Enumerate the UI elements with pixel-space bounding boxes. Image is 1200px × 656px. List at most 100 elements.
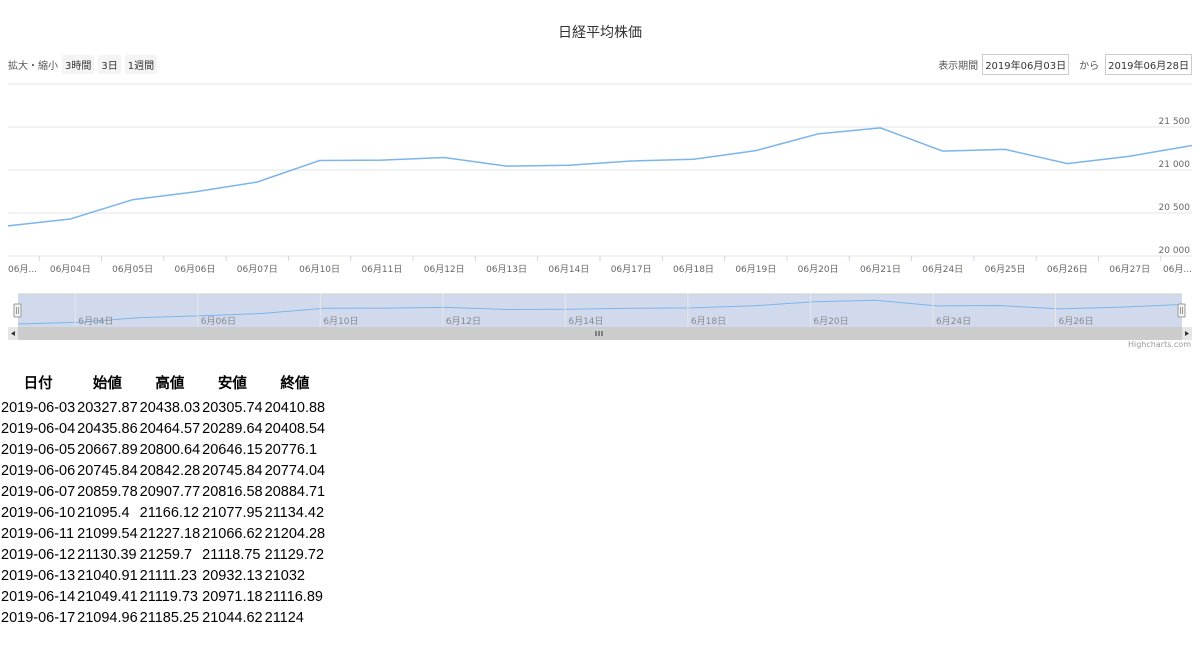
x-tick-label: 06月... <box>1163 264 1192 275</box>
table-cell: 21066.62 <box>202 525 263 542</box>
table-cell: 20776.1 <box>264 441 318 458</box>
table-cell: 2019-06-04 <box>1 420 76 437</box>
y-tick-label: 21 000 <box>1159 160 1191 170</box>
x-tick-label: 06月14日 <box>548 264 589 275</box>
table-cell: 21118.75 <box>202 546 261 563</box>
table-cell: 21204.28 <box>264 525 326 542</box>
table-cell: 21166.12 <box>139 504 200 521</box>
navigator-label: 6月10日 <box>323 316 358 327</box>
table-cell: 20410.88 <box>264 399 326 416</box>
table-cell: 20932.13 <box>202 567 263 584</box>
navigator-left-handle[interactable] <box>13 303 22 318</box>
table-row: 2019-06-17 21094.96 21185.25 21044.62 21124 <box>0 607 326 628</box>
x-tick-label: 06月19日 <box>735 264 776 275</box>
x-tick-label: 06月21日 <box>860 264 901 275</box>
table-row: 2019-06-07 20859.78 20907.77 20816.58 20884.… <box>0 481 326 502</box>
table-header-row: 日付 始値 高値 安値 終値 <box>0 370 326 397</box>
table-row: 2019-06-12 21130.39 21259.7 21118.75 21129.7… <box>0 544 326 565</box>
navigator-label: 6月12日 <box>446 316 481 327</box>
table-cell: 21129.72 <box>264 546 325 563</box>
navigator-label: 6月04日 <box>78 316 113 327</box>
table-cell: 21099.54 <box>77 525 138 542</box>
navigator-label: 6月18日 <box>691 316 726 327</box>
table-row: 2019-06-06 20745.84 20842.28 20745.84 20774.… <box>0 460 326 481</box>
y-tick-label: 20 000 <box>1159 246 1191 256</box>
table-cell: 2019-06-12 <box>1 546 76 563</box>
table-cell: 2019-06-13 <box>1 567 76 584</box>
table-cell: 21116.89 <box>264 588 323 605</box>
x-tick-label: 06月... <box>8 264 37 275</box>
stock-chart[interactable]: 20 000 20 500 21 000 21 500 06月... 06月04日 06月0… <box>0 0 1200 356</box>
navigator-right-handle[interactable] <box>1177 303 1186 318</box>
x-tick-label: 06月25日 <box>985 264 1026 275</box>
table-cell: 21227.18 <box>139 525 201 542</box>
table-cell: 20408.54 <box>264 420 326 437</box>
table-cell: 20305.74 <box>202 399 263 416</box>
table-cell: 21111.23 <box>139 567 197 584</box>
table-cell: 2019-06-14 <box>1 588 76 605</box>
x-tick-label: 06月26日 <box>1047 264 1088 275</box>
table-cell: 20646.15 <box>202 441 263 458</box>
table-cell: 21185.25 <box>139 609 200 626</box>
x-tick-label: 06月17日 <box>611 264 652 275</box>
x-tick-label: 06月07日 <box>237 264 278 275</box>
table-cell: 20438.03 <box>139 399 201 416</box>
y-tick-label: 21 500 <box>1159 117 1191 127</box>
series-line <box>7 127 1193 227</box>
table-cell: 21040.91 <box>77 567 138 584</box>
table-row: 2019-06-13 21040.91 21111.23 20932.13 21032 <box>0 565 326 586</box>
y-tick-label: 20 500 <box>1159 203 1191 213</box>
table-cell: 20774.04 <box>264 462 326 479</box>
table-cell: 20971.18 <box>202 588 263 605</box>
navigator-label: 6月20日 <box>813 316 848 327</box>
table-row: 2019-06-14 21049.41 21119.73 20971.18 21116.… <box>0 586 326 607</box>
navigator-label: 6月14日 <box>568 316 603 327</box>
table-header-cell: 始値 <box>92 376 122 392</box>
table-cell: 21077.95 <box>202 504 263 521</box>
table-cell: 21095.4 <box>77 504 130 521</box>
table-cell: 20800.64 <box>139 441 201 458</box>
table-cell: 20327.87 <box>77 399 138 416</box>
x-tick-label: 06月12日 <box>424 264 465 275</box>
table-cell: 20859.78 <box>77 483 138 500</box>
table-cell: 2019-06-05 <box>1 441 76 458</box>
table-cell: 20667.89 <box>77 441 138 458</box>
table-cell: 21094.96 <box>77 609 138 626</box>
x-tick-label: 06月18日 <box>673 264 714 275</box>
table-row: 2019-06-11 21099.54 21227.18 21066.62 21204.… <box>0 523 326 544</box>
table-cell: 21032 <box>264 567 305 584</box>
table-cell: 21119.73 <box>139 588 198 605</box>
table-cell: 21130.39 <box>77 546 137 563</box>
price-table-container: 日付 始値 高値 安値 終値 2019-06-03 20327.87 20438.03 203… <box>0 370 326 628</box>
x-tick-label: 06月06日 <box>174 264 215 275</box>
x-tick-label: 06月05日 <box>112 264 153 275</box>
table-row: 2019-06-10 21095.4 21166.12 21077.95 21134.4… <box>0 502 326 523</box>
table-row: 2019-06-05 20667.89 20800.64 20646.15 20776.… <box>0 439 326 460</box>
x-tick-label: 06月10日 <box>299 264 340 275</box>
table-cell: 2019-06-06 <box>1 462 76 479</box>
table-cell: 20464.57 <box>139 420 201 437</box>
table-row: 2019-06-03 20327.87 20438.03 20305.74 20410.… <box>0 397 326 418</box>
table-cell: 21049.41 <box>77 588 138 605</box>
table-cell: 20816.58 <box>202 483 263 500</box>
table-body: 2019-06-03 20327.87 20438.03 20305.74 20410.… <box>0 397 326 628</box>
x-tick-label: 06月11日 <box>361 264 402 275</box>
table-cell: 21259.7 <box>139 546 193 563</box>
table-header-cell: 日付 <box>23 376 53 392</box>
navigator-label: 6月24日 <box>936 316 971 327</box>
x-tick-label: 06月27日 <box>1109 264 1150 275</box>
table-cell: 20907.77 <box>139 483 201 500</box>
table-cell: 20745.84 <box>202 462 263 479</box>
table-cell: 21134.42 <box>264 504 325 521</box>
x-tick-label: 06月04日 <box>50 264 91 275</box>
navigator-label: 6月26日 <box>1058 316 1093 327</box>
x-tick-label: 06月24日 <box>922 264 963 275</box>
scrollbar-thumb[interactable] <box>18 327 1182 340</box>
table-header-cell: 安値 <box>217 376 247 392</box>
table-cell: 21044.62 <box>202 609 263 626</box>
table-cell: 20884.71 <box>264 483 326 500</box>
highcharts-credit[interactable]: Highcharts.com <box>1128 340 1191 349</box>
table-cell: 20745.84 <box>77 462 138 479</box>
table-cell: 21124 <box>264 609 304 626</box>
table-cell: 20842.28 <box>139 462 201 479</box>
